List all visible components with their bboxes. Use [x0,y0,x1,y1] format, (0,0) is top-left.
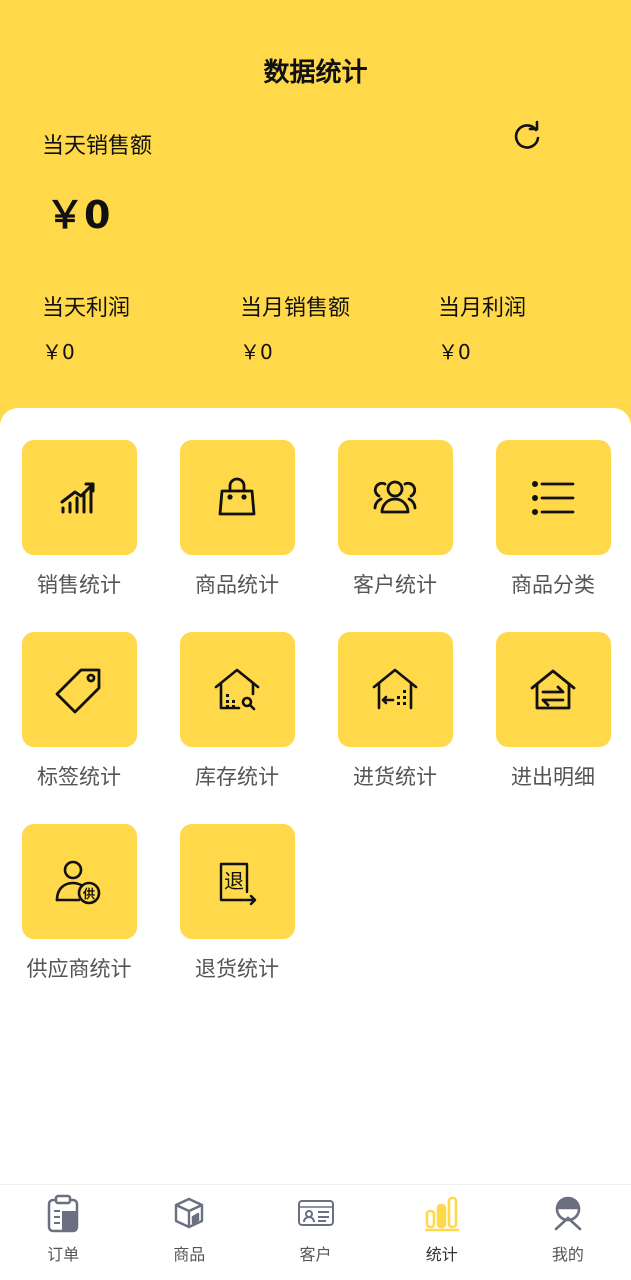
supplier-stats-label: 供应商统计 [26,957,132,981]
product-category-label: 商品分类 [511,573,595,597]
today-profit-label: 当天利润 [42,296,131,321]
today-profit-value: ￥0 [42,340,75,364]
purchase-stats-tile[interactable]: 进货统计 [316,632,474,791]
tab-stats-label: 统计 [425,1245,458,1264]
product-stats-tile[interactable]: 商品统计 [158,440,316,599]
month-sales-label: 当月销售额 [240,296,351,321]
warehouse-exchange-icon [530,669,576,709]
refresh-icon[interactable] [510,120,544,154]
month-sales-value: ￥0 [240,340,273,364]
return-glyph-text: 退 [224,869,244,893]
tab-profile-label: 我的 [551,1245,584,1264]
feature-grid: 销售统计 商品统计 客户统计 商品分类 标签统计 库存统计 进货统计 进出明细 … [0,408,631,1188]
users-icon [373,480,417,513]
profile-icon [554,1196,582,1231]
list-icon [532,480,575,515]
shopping-bag-icon [218,477,256,515]
return-icon: 退 [219,862,257,905]
warehouse-inbound-icon [372,668,418,709]
return-stats-label: 退货统计 [195,957,279,981]
today-profit-stat: 当天利润 ￥0 [42,290,130,365]
product-category-tile[interactable]: 商品分类 [474,440,631,599]
customer-stats-tile[interactable]: 客户统计 [316,440,474,599]
customer-stats-label: 客户统计 [353,573,437,597]
tab-profile[interactable]: 我的 [505,1185,631,1280]
bar-chart-trend-icon [60,482,95,513]
tab-stats[interactable]: 统计 [379,1185,505,1280]
tab-products-label: 商品 [173,1245,206,1264]
tab-orders-label: 订单 [47,1245,80,1264]
month-profit-stat: 当月利润 ￥0 [438,290,526,365]
tab-customers-label: 客户 [299,1245,332,1264]
tab-customers[interactable]: 客户 [252,1185,378,1280]
page-title: 数据统计 [263,58,368,88]
today-sales-value: ￥0 [46,193,111,237]
in-out-detail-label: 进出明细 [511,765,595,789]
month-sales-stat: 当月销售额 ￥0 [240,290,350,365]
supplier-badge-text: 供 [82,886,95,901]
today-sales-label: 当天销售额 [42,134,153,159]
purchase-stats-label: 进货统计 [353,765,437,789]
contact-card-icon [297,1200,334,1226]
return-stats-tile[interactable]: 退 退货统计 [158,824,316,983]
header-banner: 数据统计 当天销售额 ￥0 当天利润 ￥0 当月销售额 ￥0 当月利润 ￥0 [0,0,631,440]
tab-orders[interactable]: 订单 [0,1185,126,1280]
tag-stats-label: 标签统计 [37,765,121,789]
month-profit-label: 当月利润 [438,296,527,321]
inventory-stats-label: 库存统计 [195,765,279,789]
box-icon [175,1197,204,1229]
warehouse-search-icon [214,668,260,710]
bottom-tab-bar: 订单 商品 客户 统计 我的 [0,1184,631,1280]
sales-stats-tile[interactable]: 销售统计 [0,440,158,599]
tab-products[interactable]: 商品 [126,1185,252,1280]
in-out-detail-tile[interactable]: 进出明细 [474,632,631,791]
sales-stats-label: 销售统计 [37,573,121,597]
stats-bars-icon [424,1196,459,1232]
supplier-icon: 供 [55,860,101,904]
inventory-stats-tile[interactable]: 库存统计 [158,632,316,791]
supplier-stats-tile[interactable]: 供 供应商统计 [0,824,158,983]
tag-icon [55,668,101,713]
month-profit-value: ￥0 [438,340,471,364]
product-stats-label: 商品统计 [195,573,279,597]
clipboard-icon [47,1194,79,1233]
tag-stats-tile[interactable]: 标签统计 [0,632,158,791]
